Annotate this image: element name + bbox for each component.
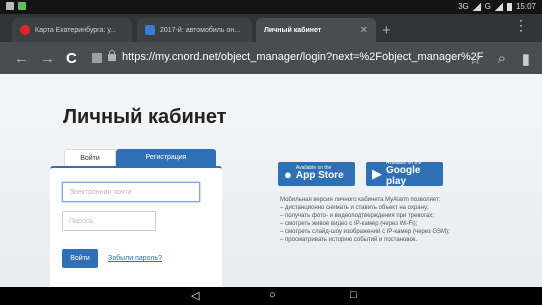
browser-tab-map[interactable]: Карта Екатеринбурга: у... [12, 18, 132, 42]
password-field[interactable]: Пароль [62, 211, 156, 231]
app-description: Мобильная версия личного кабинета MyAlar… [280, 196, 530, 244]
close-tab-icon[interactable]: ✕ [360, 25, 368, 36]
star-icon[interactable]: ☆ [469, 50, 482, 68]
forgot-password-link[interactable]: Забыли пароль? [108, 255, 162, 262]
signal-strength-icon [494, 2, 503, 11]
clock: 15:07 [515, 2, 536, 11]
description-line: – получать фото- и видеоподтверждения пр… [280, 213, 434, 219]
new-tab-icon[interactable]: + [382, 22, 391, 39]
yandex-icon [20, 25, 30, 35]
app-store-label: App Store [295, 170, 344, 182]
url-prefix: https:// [122, 51, 156, 63]
app-notification-icon [18, 2, 26, 10]
lock-icon [108, 50, 116, 61]
network-type: 3G [458, 2, 469, 11]
description-line: – смотреть слайд-шоу изображений с IP-ка… [280, 229, 450, 235]
description-line: – смотреть живое видео с IP-камер (через… [280, 221, 418, 227]
apple-icon: ● [284, 166, 292, 182]
back-nav-icon[interactable]: ◁ [191, 289, 199, 302]
tab-label: 2017-й: автомобиль он... [160, 26, 241, 34]
page-content: Личный кабинет Войти Регистрация Электро… [0, 74, 542, 287]
url-field[interactable]: https://my.cnord.net/object_manager/logi… [122, 51, 484, 63]
description-line: – просматривать историю событий и постан… [280, 237, 418, 243]
tab-strip: Карта Екатеринбурга: у... 2017-й: автомо… [0, 14, 542, 42]
tab-label: Личный кабинет [264, 26, 322, 34]
address-bar: ← → C https://my.cnord.net/object_manage… [0, 42, 542, 74]
reload-icon[interactable]: C [66, 50, 77, 67]
tab-label: Карта Екатеринбурга: у... [35, 26, 116, 34]
forward-icon[interactable]: → [40, 50, 55, 67]
login-button[interactable]: Войти [62, 249, 98, 268]
search-icon[interactable]: ⌕ [498, 50, 506, 67]
android-nav-bar: ◁ ○ □ [0, 287, 542, 305]
app-store-button[interactable]: ● Available on the App Store [278, 162, 355, 186]
menu-icon[interactable]: ⋮ [514, 18, 528, 32]
description-line: – дистанционно снимать и ставить объект … [280, 205, 429, 211]
recents-nav-icon[interactable]: □ [350, 289, 357, 301]
description-line: Мобильная версия личного кабинета MyAlar… [280, 197, 441, 203]
signal-icon [472, 2, 481, 11]
page-title: Личный кабинет [63, 106, 227, 128]
notification-icon [6, 2, 14, 10]
login-form: Электронная почта Пароль Войти Забыли па… [50, 166, 222, 287]
browser-tab-cabinet[interactable]: Личный кабинет ✕ [256, 18, 376, 42]
browser-tab-auto[interactable]: 2017-й: автомобиль он... [137, 18, 252, 42]
email-field[interactable]: Электронная почта [62, 182, 200, 202]
status-bar: 3G G 15:07 [0, 0, 542, 14]
play-icon: ▶ [372, 166, 382, 181]
network-label: G [484, 2, 491, 11]
bookmark-icon[interactable]: ▮ [522, 50, 530, 68]
back-icon[interactable]: ← [14, 50, 29, 67]
google-play-label: Google play [386, 165, 421, 187]
url-text: my.cnord.net/object_manager/login?next=%… [155, 51, 484, 63]
tab-login[interactable]: Войти [64, 149, 116, 167]
google-play-button[interactable]: ▶ Available on the Google play [366, 160, 443, 187]
battery-icon [506, 2, 512, 11]
tab-register[interactable]: Регистрация [116, 149, 216, 166]
auto-icon [145, 25, 155, 35]
home-nav-icon[interactable]: ○ [269, 289, 276, 301]
home-icon[interactable] [92, 53, 102, 63]
